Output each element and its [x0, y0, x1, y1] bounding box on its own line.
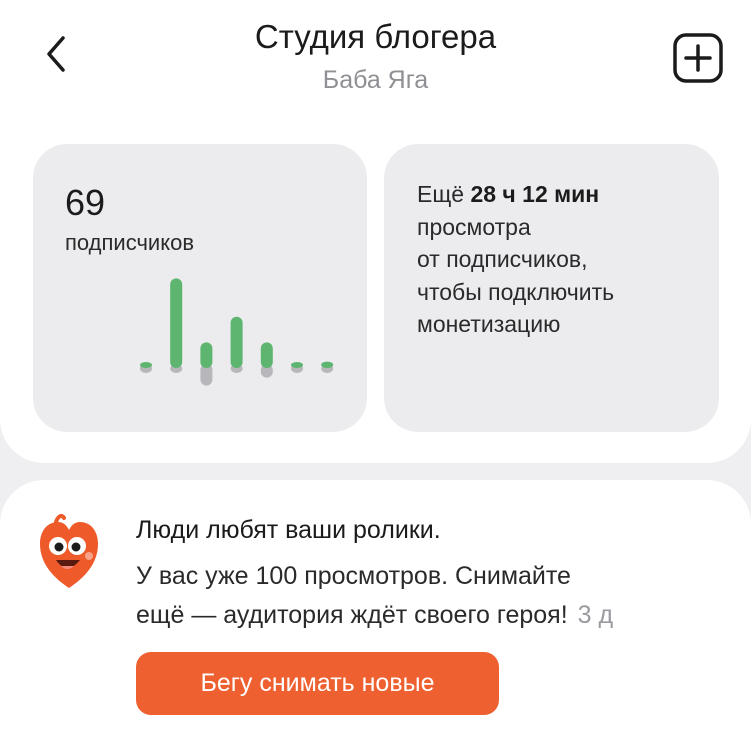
page-title: Студия блогера	[254, 18, 497, 55]
heart-mascot-icon	[40, 513, 98, 588]
subscribers-card[interactable]: 69 подписчиков	[33, 144, 367, 432]
chart-bar-positive	[230, 316, 243, 368]
channel-name: Баба Яга	[322, 66, 429, 94]
promo-line: ещё — аудитория ждёт своего героя!	[136, 601, 568, 629]
chart-bar-positive	[291, 362, 303, 368]
promo-timestamp: 3 д	[577, 601, 614, 629]
plus-square-icon	[673, 33, 723, 83]
add-button[interactable]	[670, 30, 726, 86]
monetization-prefix: Ещё	[417, 181, 465, 207]
monetization-time: 28 ч 12 мин	[470, 181, 600, 207]
chart-bar-positive	[200, 342, 213, 368]
top-panel: Студия блогера Баба Яга 69 подписчиков Е…	[0, 0, 751, 463]
monetization-line: просмотра	[417, 213, 531, 240]
shoot-new-button[interactable]: Бегу снимать новые	[136, 652, 499, 715]
promo-body: У вас уже 100 просмотров. Снимайте ещё —…	[136, 557, 751, 637]
subscribers-chart	[140, 278, 334, 386]
chart-bar-positive	[321, 361, 334, 368]
monetization-line: монетизацию	[417, 311, 561, 337]
promo-line: У вас уже 100 просмотров. Снимайте	[136, 562, 571, 590]
chart-bar-positive	[260, 342, 273, 368]
monetization-text: Ещё 28 ч 12 мин просмотра от подписчиков…	[417, 178, 707, 341]
chart-bar-positive	[140, 362, 152, 368]
chart-bar-positive	[170, 278, 183, 368]
monetization-line: чтобы подключить	[417, 278, 615, 305]
monetization-line: от подписчиков,	[417, 246, 588, 272]
promo-panel: Люди любят ваши ролики. У вас уже 100 пр…	[0, 480, 751, 745]
promo-title: Люди любят ваши ролики.	[136, 516, 441, 544]
monetization-card[interactable]: Ещё 28 ч 12 мин просмотра от подписчиков…	[384, 144, 719, 432]
